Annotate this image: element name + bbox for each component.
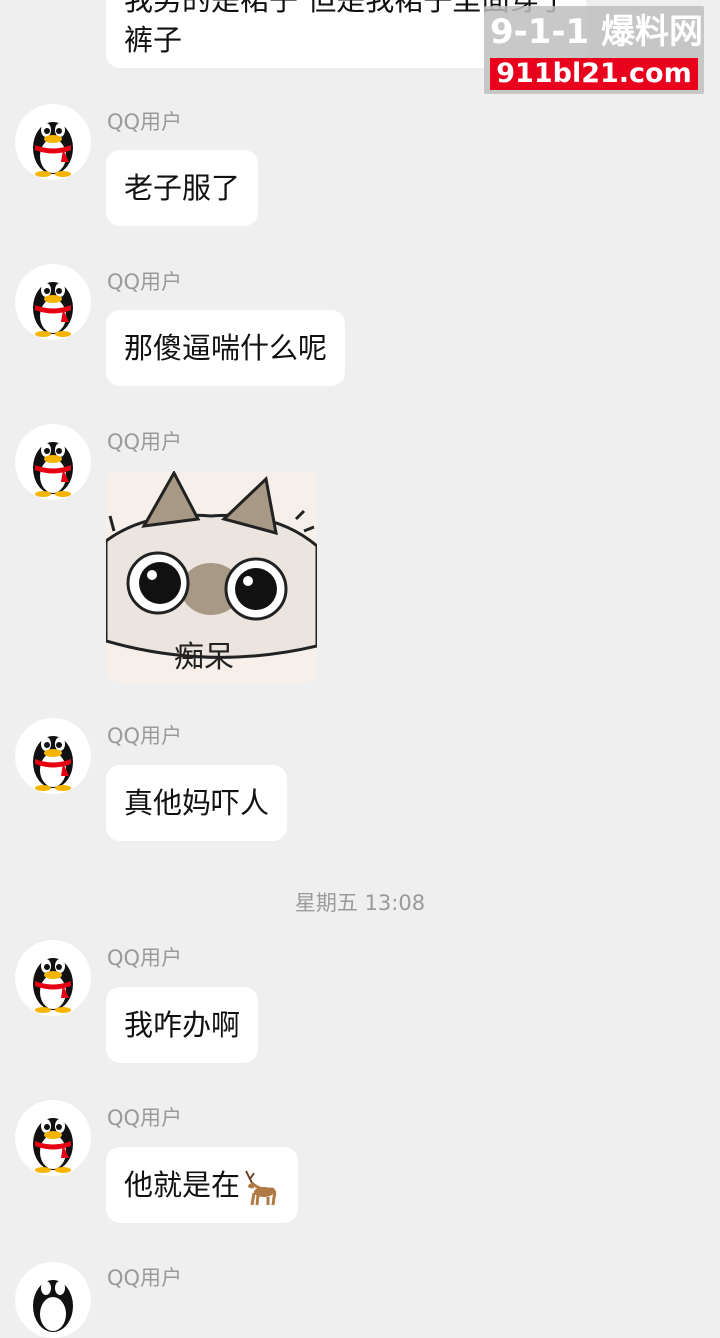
sender-name: QQ用户: [107, 946, 183, 970]
chat-timestamp: 星期五 13:08: [294, 891, 426, 915]
avatar[interactable]: [15, 1262, 91, 1338]
avatar[interactable]: [15, 940, 91, 1016]
avatar[interactable]: [15, 718, 91, 794]
avatar[interactable]: [15, 264, 91, 340]
message-text: 他就是在: [124, 1168, 241, 1202]
message-bubble[interactable]: 老子服了: [106, 150, 259, 226]
sender-name: QQ用户: [107, 110, 183, 134]
qq-penguin-icon: [33, 1280, 73, 1332]
message-bubble[interactable]: 那傻逼喘什么呢: [106, 310, 346, 386]
sender-name: QQ用户: [107, 430, 183, 454]
avatar[interactable]: [15, 424, 91, 500]
watermark-logo: 9-1-1 爆料网 911bl21.com: [484, 6, 704, 94]
sticker-caption: 痴呆: [174, 640, 234, 675]
qq-penguin-icon: [33, 122, 73, 177]
qq-penguin-icon: [33, 958, 73, 1013]
sender-name: QQ用户: [107, 1266, 183, 1290]
sender-name: QQ用户: [107, 1106, 183, 1130]
sender-name: QQ用户: [107, 270, 183, 294]
avatar[interactable]: [15, 104, 91, 180]
message-bubble[interactable]: 他就是在: [106, 1147, 299, 1223]
sender-name: QQ用户: [107, 724, 183, 748]
sticker-image[interactable]: 痴呆: [106, 471, 317, 682]
message-bubble[interactable]: 我咋办啊: [106, 987, 259, 1063]
watermark-brand: 9-1-1 爆料网: [490, 12, 704, 52]
message-bubble[interactable]: 真他妈吓人: [106, 765, 288, 841]
avatar[interactable]: [15, 1100, 91, 1176]
qq-penguin-icon: [33, 282, 73, 337]
watermark-url: 911bl21.com: [490, 58, 698, 90]
deer-emoji-icon: [245, 1170, 277, 1206]
qq-penguin-icon: [33, 1118, 73, 1173]
qq-penguin-icon: [33, 736, 73, 791]
qq-penguin-icon: [33, 442, 73, 497]
